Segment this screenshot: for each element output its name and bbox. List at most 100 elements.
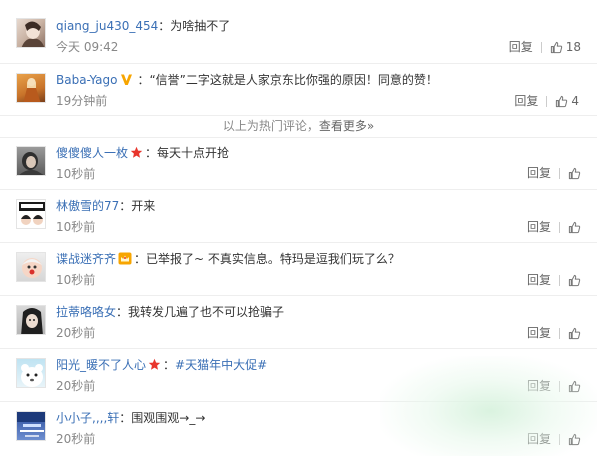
action-divider (559, 167, 560, 179)
action-divider (540, 41, 542, 53)
comment-actions: 回复 (527, 379, 581, 393)
avatar[interactable] (16, 73, 46, 103)
verified-v-icon (121, 74, 133, 85)
colon: ： (163, 358, 176, 372)
divider (0, 348, 597, 349)
like-button[interactable]: 18 (550, 40, 581, 54)
hashtag-link[interactable]: #天猫年中大促# (175, 358, 267, 372)
like-count: 18 (565, 40, 581, 54)
hot-notice-text: 以上为热门评论， (222, 119, 319, 133)
comment-actions: 回复 (527, 432, 581, 446)
divider (0, 401, 597, 402)
action-divider (546, 95, 548, 107)
reply-button[interactable]: 回复 (527, 166, 551, 180)
action-divider (559, 433, 560, 445)
view-more-link[interactable]: 查看更多» (319, 119, 374, 133)
hot-comments-notice: 以上为热门评论，查看更多» (0, 119, 597, 133)
comment-text: 每天十点开抢 (157, 146, 230, 160)
comment-text: 围观围观→_→ (131, 411, 206, 425)
divider (0, 189, 597, 190)
reply-button[interactable]: 回复 (509, 40, 533, 54)
comment-time: 20秒前 (56, 379, 96, 393)
avatar[interactable] (16, 358, 46, 388)
comment-actions: 回复 (527, 326, 581, 340)
comment-line: 拉蒂咯咯女：我转发几遍了也不可以抢骗子 (56, 304, 284, 320)
avatar[interactable] (16, 199, 46, 229)
username-link[interactable]: 林傲雪的77 (56, 199, 119, 213)
comment-time: 今天 09:42 (56, 40, 119, 54)
comment-text: 开来 (131, 199, 156, 213)
thumbs-up-icon (568, 380, 581, 392)
username-link[interactable]: 傻傻傻人一枚 (56, 146, 128, 160)
comment-time: 10秒前 (56, 167, 96, 181)
username-link[interactable]: Baba-Yago (56, 73, 117, 87)
comment-line: 谍战迷齐齐 ：已举报了~ 不真实信息。特玛是逗我们玩了么？ (56, 251, 400, 267)
comment-actions: 回复 (527, 166, 581, 180)
crown-icon (118, 252, 132, 265)
like-button[interactable] (568, 380, 581, 393)
star-icon (148, 358, 161, 370)
comment-line: 阳光_暖不了人心 ：#天猫年中大促# (56, 357, 267, 373)
divider (0, 63, 597, 64)
reply-button[interactable]: 回复 (527, 432, 551, 446)
colon: ： (158, 19, 171, 33)
like-button[interactable] (568, 167, 581, 180)
username-link[interactable]: 拉蒂咯咯女 (56, 305, 116, 319)
comment-line: 林傲雪的77：开来 (56, 198, 155, 214)
comment-time: 20秒前 (56, 432, 96, 446)
avatar[interactable] (16, 18, 46, 48)
username-link[interactable]: qiang_ju430_454 (56, 19, 158, 33)
action-divider (559, 327, 560, 339)
comment-line: 傻傻傻人一枚 ：每天十点开抢 (56, 145, 229, 161)
action-divider (559, 274, 560, 286)
like-button[interactable]: 4 (555, 94, 579, 108)
like-button[interactable] (568, 221, 581, 234)
colon: ： (137, 73, 150, 87)
like-button[interactable] (568, 327, 581, 340)
divider (0, 242, 597, 243)
colon: ： (145, 146, 158, 160)
colon: ： (116, 305, 129, 319)
colon: ： (119, 411, 132, 425)
username-link[interactable]: 谍战迷齐齐 (56, 252, 116, 266)
comment-time: 20秒前 (56, 326, 96, 340)
reply-button[interactable]: 回复 (527, 273, 551, 287)
comment-list: qiang_ju430_454：为啥抽不了 今天 09:42 回复 18 Bab… (0, 0, 597, 456)
divider (0, 137, 597, 138)
comment-actions: 回复 4 (514, 94, 579, 108)
thumbs-up-icon (568, 274, 581, 286)
divider (0, 295, 597, 296)
comment-actions: 回复 18 (509, 40, 581, 54)
action-divider (559, 380, 560, 392)
comment-text: “信誉”二字这就是人家京东比你强的原因！同意的赞！ (149, 73, 438, 87)
comment-text: 我转发几遍了也不可以抢骗子 (128, 305, 285, 319)
avatar[interactable] (16, 146, 46, 176)
thumbs-up-icon (550, 41, 562, 53)
thumbs-up-icon (568, 167, 581, 179)
avatar[interactable] (16, 411, 46, 441)
comment-line: qiang_ju430_454：为啥抽不了 (56, 18, 230, 34)
username-link[interactable]: 阳光_暖不了人心 (56, 358, 146, 372)
comment-line: Baba-Yago ：“信誉”二字这就是人家京东比你强的原因！同意的赞！ (56, 72, 438, 88)
username-link[interactable]: 小小子,,,,轩 (56, 411, 119, 425)
comment-line: 小小子,,,,轩：围观围观→_→ (56, 410, 205, 426)
like-button[interactable] (568, 274, 581, 287)
like-button[interactable] (568, 433, 581, 446)
reply-button[interactable]: 回复 (514, 94, 538, 108)
avatar[interactable] (16, 305, 46, 335)
avatar[interactable] (16, 252, 46, 282)
colon: ： (134, 252, 147, 266)
comment-time: 10秒前 (56, 273, 96, 287)
colon: ： (119, 199, 132, 213)
comment-text: 已举报了~ 不真实信息。特玛是逗我们玩了么？ (146, 252, 400, 266)
comment-actions: 回复 (527, 220, 581, 234)
thumbs-up-icon (568, 221, 581, 233)
reply-button[interactable]: 回复 (527, 379, 551, 393)
reply-button[interactable]: 回复 (527, 326, 551, 340)
thumbs-up-icon (568, 327, 581, 339)
like-count: 4 (571, 94, 579, 108)
comment-text: 为啥抽不了 (170, 19, 231, 33)
star-icon (130, 146, 143, 158)
thumbs-up-icon (568, 433, 581, 445)
reply-button[interactable]: 回复 (527, 220, 551, 234)
